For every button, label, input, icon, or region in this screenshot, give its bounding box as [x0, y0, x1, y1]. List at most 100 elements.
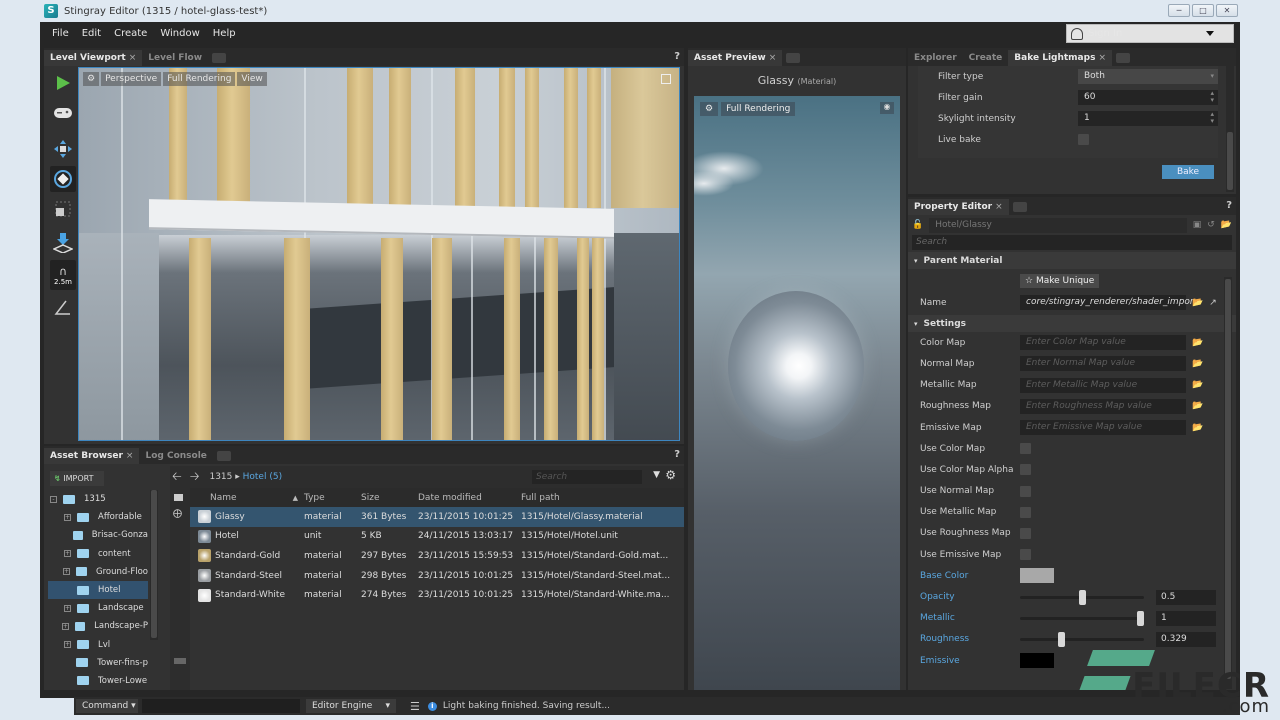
toggle-checkbox[interactable]: [1020, 485, 1031, 497]
emissive-color-swatch[interactable]: [1020, 653, 1054, 669]
breadcrumb-current[interactable]: Hotel (5): [243, 472, 282, 482]
command-dropdown[interactable]: Command ▾: [76, 699, 138, 713]
roughness-slider[interactable]: [1020, 631, 1144, 647]
close-tab-icon[interactable]: ×: [129, 53, 137, 63]
add-tab-button[interactable]: [1115, 53, 1130, 63]
gamepad-button[interactable]: [50, 100, 76, 126]
property-search-input[interactable]: Search: [912, 235, 1232, 250]
tab-log-console[interactable]: Log Console: [139, 448, 212, 464]
close-tab-icon[interactable]: ×: [995, 202, 1003, 212]
column-type[interactable]: Type: [304, 493, 361, 503]
tab-create[interactable]: Create: [963, 50, 1009, 66]
close-tab-icon[interactable]: ×: [126, 451, 134, 461]
add-tab-button[interactable]: [1012, 202, 1027, 212]
map-input[interactable]: Enter Color Map value: [1020, 335, 1186, 351]
menu-file[interactable]: File: [52, 28, 69, 39]
toggle-checkbox[interactable]: [1020, 506, 1031, 518]
toggle-checkbox[interactable]: [1020, 549, 1031, 561]
map-input[interactable]: Enter Metallic Map value: [1020, 377, 1186, 393]
collapse-icon[interactable]: -: [50, 495, 57, 503]
tab-asset-preview[interactable]: Asset Preview ×: [688, 50, 783, 66]
property-scrollbar[interactable]: [1224, 277, 1232, 689]
table-row[interactable]: Standard-Steel material 298 Bytes 23/11/201…: [190, 566, 684, 586]
folder-open-icon[interactable]: 📂: [1192, 338, 1203, 348]
opacity-slider[interactable]: [1020, 589, 1144, 605]
external-link-icon[interactable]: ↗: [1209, 298, 1217, 308]
import-button[interactable]: ↯ IMPORT: [50, 471, 104, 486]
folder-open-icon[interactable]: 📂: [1221, 220, 1232, 230]
roughness-input[interactable]: 0.329: [1156, 631, 1216, 647]
asset-preview-canvas[interactable]: ⚙ Full Rendering ◉: [694, 96, 900, 690]
full-rendering-button[interactable]: Full Rendering: [163, 72, 236, 86]
expand-icon[interactable]: +: [61, 622, 69, 630]
table-row[interactable]: Glassy material 361 Bytes 23/11/2015 10:01:…: [190, 507, 684, 527]
expand-icon[interactable]: +: [64, 641, 71, 649]
map-input[interactable]: Enter Emissive Map value: [1020, 420, 1186, 436]
minimize-button[interactable]: ─: [1168, 4, 1190, 17]
filter-gain-input[interactable]: 60 ▴ ▾: [1078, 90, 1218, 105]
folder-tree-item[interactable]: + Affordable: [48, 508, 148, 526]
tab-level-viewport[interactable]: Level Viewport ×: [44, 50, 143, 66]
help-icon[interactable]: ?: [674, 51, 680, 62]
menu-window[interactable]: Window: [160, 28, 199, 39]
toggle-checkbox[interactable]: [1020, 527, 1031, 539]
column-path[interactable]: Full path: [521, 493, 684, 503]
column-name[interactable]: Name ▲: [190, 493, 304, 503]
folder-tree-item[interactable]: Brisac-Gonza: [48, 526, 148, 544]
folder-tree-item[interactable]: Hotel: [48, 580, 148, 600]
thumbnail-size-slider[interactable]: [174, 658, 186, 664]
add-tab-button[interactable]: [212, 53, 227, 63]
tab-explorer[interactable]: Explorer: [908, 50, 963, 66]
forward-arrow-icon[interactable]: 🡢: [190, 467, 200, 488]
metallic-slider[interactable]: [1020, 610, 1144, 626]
tab-level-flow[interactable]: Level Flow: [142, 50, 208, 66]
map-input[interactable]: Enter Roughness Map value: [1020, 398, 1186, 414]
opacity-input[interactable]: 0.5: [1156, 589, 1216, 605]
spinner-icon[interactable]: ▴ ▾: [1210, 111, 1214, 125]
metallic-input[interactable]: 1: [1156, 610, 1216, 626]
angle-tool[interactable]: [50, 294, 76, 320]
asset-search-input[interactable]: Search: [532, 470, 642, 484]
column-size[interactable]: Size: [361, 493, 418, 503]
settings-section[interactable]: ▾ Settings: [908, 315, 1236, 333]
filter-icon[interactable]: ▼: [653, 470, 660, 480]
maximize-button[interactable]: □: [1192, 4, 1214, 17]
preview-render-mode[interactable]: Full Rendering: [721, 102, 796, 116]
slider-handle[interactable]: [1137, 610, 1144, 626]
play-button[interactable]: [50, 70, 76, 96]
perspective-button[interactable]: Perspective: [101, 72, 162, 86]
tab-asset-browser[interactable]: Asset Browser ×: [44, 448, 140, 464]
folder-tree-item[interactable]: Tower-fins-p: [48, 654, 148, 672]
slider-handle[interactable]: [1058, 631, 1066, 647]
bake-scrollbar[interactable]: [1226, 66, 1234, 192]
help-icon[interactable]: ?: [674, 449, 680, 460]
close-tab-icon[interactable]: ×: [1098, 53, 1106, 63]
snap-tool[interactable]: ∩ 2.5m: [50, 260, 76, 290]
move-tool[interactable]: [50, 136, 76, 162]
add-tab-button[interactable]: [786, 53, 801, 63]
tab-bake-lightmaps[interactable]: Bake Lightmaps ×: [1008, 50, 1112, 66]
sign-in-dropdown[interactable]: Sign In: [1066, 24, 1234, 43]
folder-tree-item[interactable]: + Lvl: [48, 636, 148, 654]
viewport-settings-button[interactable]: ⚙: [83, 72, 100, 86]
menu-help[interactable]: Help: [213, 28, 236, 39]
back-arrow-icon[interactable]: 🡠: [172, 467, 182, 488]
engine-dropdown[interactable]: Editor Engine ▾: [306, 699, 396, 713]
preview-settings-button[interactable]: ⚙: [700, 102, 719, 116]
slider-handle[interactable]: [1078, 589, 1086, 605]
maximize-viewport-icon[interactable]: [661, 74, 671, 84]
column-date[interactable]: Date modified: [418, 493, 521, 503]
log-list-icon[interactable]: ☰: [410, 700, 420, 713]
make-unique-button[interactable]: ☆ Make Unique: [1020, 273, 1100, 288]
close-tab-icon[interactable]: ×: [769, 53, 777, 63]
folder-tree-item[interactable]: + content: [48, 545, 148, 563]
expand-icon[interactable]: +: [62, 568, 70, 576]
parent-material-name-input[interactable]: core/stingray_renderer/shader_impon: [1020, 295, 1196, 311]
rotate-tool[interactable]: [50, 166, 76, 192]
command-input[interactable]: [142, 699, 300, 713]
table-row[interactable]: Hotel unit 5 KB 24/11/2015 13:03:17 1315/Hot…: [190, 527, 684, 547]
expand-icon[interactable]: +: [64, 513, 71, 521]
tree-scrollbar[interactable]: [150, 490, 158, 640]
lock-icon[interactable]: 🔓: [912, 220, 923, 230]
table-row[interactable]: Standard-White material 274 Bytes 23/11/201…: [190, 585, 684, 605]
